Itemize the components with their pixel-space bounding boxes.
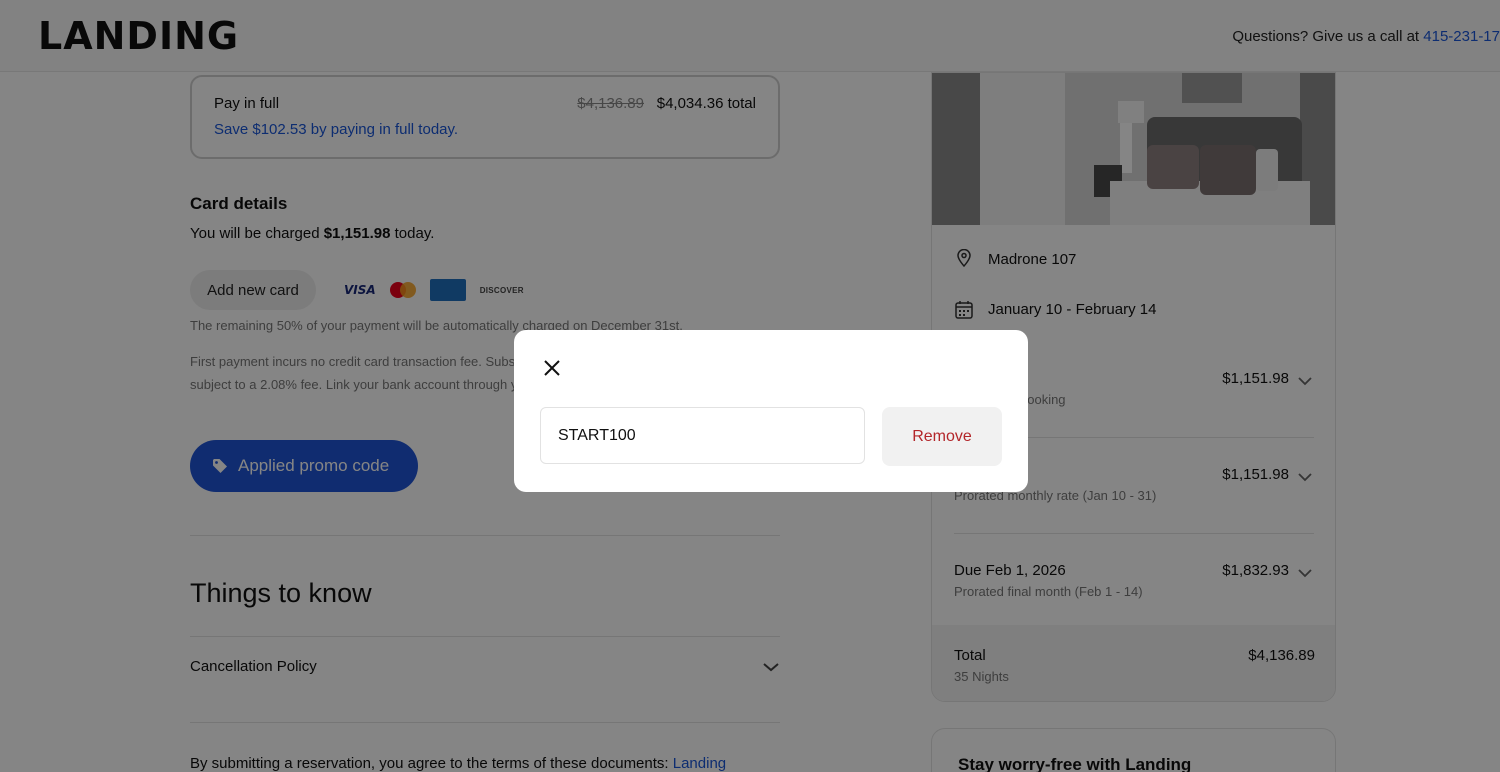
remove-promo-button[interactable]: Remove bbox=[882, 407, 1002, 466]
promo-code-modal: Remove bbox=[514, 330, 1028, 492]
promo-code-input[interactable] bbox=[540, 407, 865, 464]
close-icon bbox=[544, 360, 560, 376]
close-modal-button[interactable] bbox=[542, 358, 562, 378]
